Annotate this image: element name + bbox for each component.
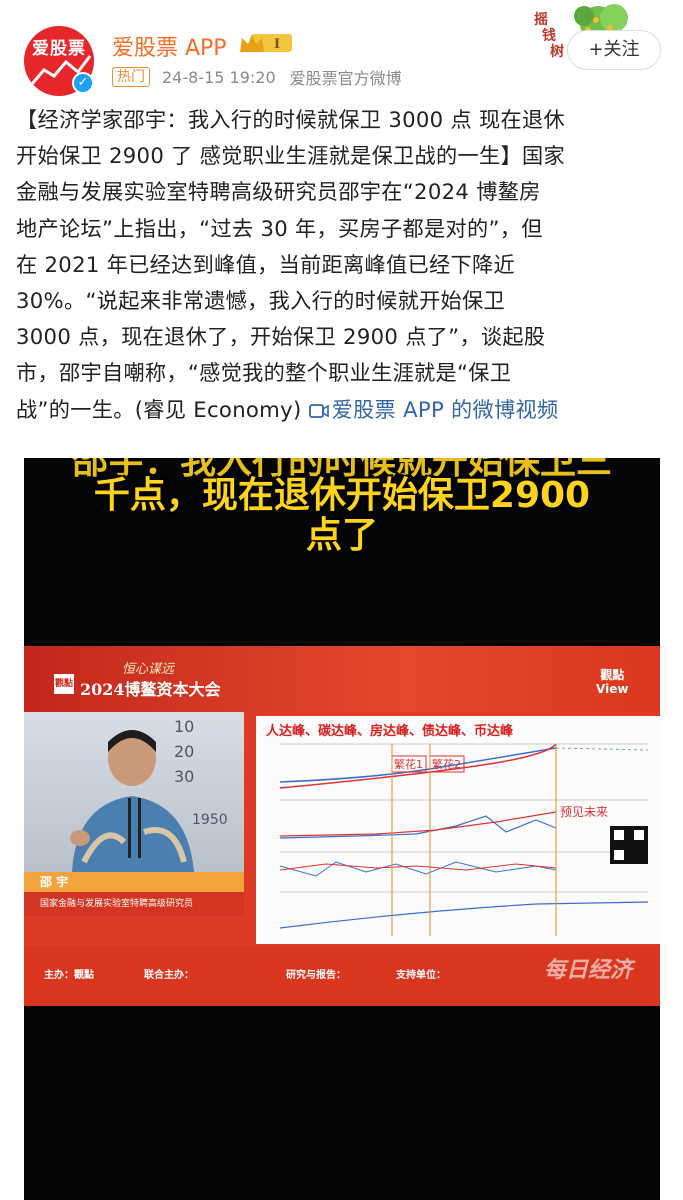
post-line: 【经济学家邵宇：我入行的时候就保卫 3000 点 现在退休 bbox=[16, 107, 565, 132]
level-crown-icon: I bbox=[240, 34, 292, 52]
speaker-figure: 10 20 30 1950 bbox=[70, 717, 228, 872]
post-line: 在 2021 年已经达到峰值，当前距离峰值已经下降近 bbox=[16, 251, 515, 277]
post-line: 战”的一生。(睿见 Economy) bbox=[16, 396, 302, 422]
view-logo: 觀點 View bbox=[596, 668, 628, 696]
level-badge-text: I bbox=[274, 37, 280, 52]
tree-text-3: 树 bbox=[550, 43, 564, 60]
speaker-name: 邵 宇 bbox=[40, 875, 69, 889]
post-meta: 热门 24-8-15 19:20 爱股票官方微博 bbox=[112, 66, 402, 88]
presentation-slide: 人达峰、碳达峰、房达峰、债达峰、币达峰 繁花1 繁花2 预见未来 bbox=[256, 716, 660, 944]
video-caption-line2: 点了 bbox=[305, 515, 378, 556]
speaker-image: 10 20 30 1950 bbox=[24, 712, 244, 872]
conference-subtitle: 恒心谋远 bbox=[122, 662, 175, 677]
tree-text: 摇 bbox=[534, 11, 548, 28]
bg-number: 10 bbox=[174, 717, 194, 736]
speaker-title: 国家金融与发展实验室特聘高级研究员 bbox=[24, 892, 244, 916]
bg-number: 20 bbox=[174, 742, 194, 761]
conference-header: 觀點 恒心谋远 2024博鳌资本大会 觀點 View bbox=[24, 646, 660, 712]
slide-charts: 繁花1 繁花2 预见未来 bbox=[279, 743, 649, 936]
video-camera-icon bbox=[308, 403, 329, 418]
conference-frame: 觀點 恒心谋远 2024博鳌资本大会 觀點 View 10 20 30 1950 bbox=[24, 646, 660, 1006]
account-name[interactable]: 爱股票 APP bbox=[112, 30, 227, 62]
sponsor-bar: 主办：觀點 联合主办： 研究与报告： 支持单位： 每日经济 bbox=[24, 946, 660, 1006]
tree-text-2: 钱 bbox=[542, 27, 556, 44]
sponsor-research: 研究与报告： bbox=[286, 970, 346, 981]
verified-badge-icon: ✓ bbox=[72, 72, 94, 94]
follow-button[interactable]: +关注 bbox=[567, 30, 661, 70]
view-logo-en: View bbox=[596, 682, 629, 696]
post-header: 爱股票 ✓ 爱股票 APP I 热门 24-8-15 19:20 爱股票官方微博… bbox=[0, 0, 683, 100]
post-line: 地产论坛”上指出，“过去 30 年，买房子都是对的”，但 bbox=[16, 215, 543, 241]
video-link-label: 爱股票 APP 的微博视频 bbox=[331, 396, 559, 422]
post-line: 市，邵宇自嘲称，“感觉我的整个职业生涯就是“保卫 bbox=[16, 360, 512, 386]
post-line: 开始保卫 2900 了 感觉职业生涯就是保卫战的一生】国家 bbox=[16, 143, 565, 169]
post-line: 3000 点，现在退休了，开始保卫 2900 点了”，谈起股 bbox=[16, 324, 546, 350]
view-logo-cn: 觀點 bbox=[600, 668, 625, 682]
post-line: 30%。“说起来非常遗憾，我入行的时候就开始保卫 bbox=[16, 288, 506, 314]
bg-number: 30 bbox=[174, 767, 194, 786]
post-source: 爱股票官方微博 bbox=[289, 69, 402, 88]
video-link[interactable]: 爱股票 APP 的微博视频 bbox=[308, 396, 559, 422]
sponsor-support: 支持单位： bbox=[396, 970, 446, 981]
conference-title: 2024博鳌资本大会 bbox=[80, 680, 221, 699]
slide-label3: 预见未来 bbox=[560, 805, 608, 819]
watermark-text: 每日经济 bbox=[544, 958, 633, 983]
hot-badge: 热门 bbox=[112, 67, 150, 87]
conference-logo: 觀點 bbox=[54, 674, 74, 694]
speaker-name-bar: 邵 宇 bbox=[24, 872, 244, 892]
video-player[interactable]: 邵宇：我入行的时候就开始保卫三 千点，现在退休开始保卫2900 点了 觀點 恒心… bbox=[24, 458, 660, 1200]
slide-label2: 繁花2 bbox=[432, 757, 461, 771]
post-line: 金融与发展实验室特聘高级研究员邵宇在“2024 博鳌房 bbox=[16, 179, 541, 205]
post-body: 【经济学家邵宇：我入行的时候就保卫 3000 点 现在退休 开始保卫 2900 … bbox=[16, 102, 666, 428]
sponsor-cohost: 联合主办： bbox=[144, 970, 194, 981]
post-time: 24-8-15 19:20 bbox=[162, 67, 276, 87]
post-line-last: 战”的一生。(睿见 Economy) 爱股票 APP 的微博视频 bbox=[16, 392, 666, 428]
sponsor-host: 主办：觀點 bbox=[44, 970, 94, 981]
slide-label1: 繁花1 bbox=[394, 757, 423, 771]
bg-number: 1950 bbox=[192, 812, 228, 828]
